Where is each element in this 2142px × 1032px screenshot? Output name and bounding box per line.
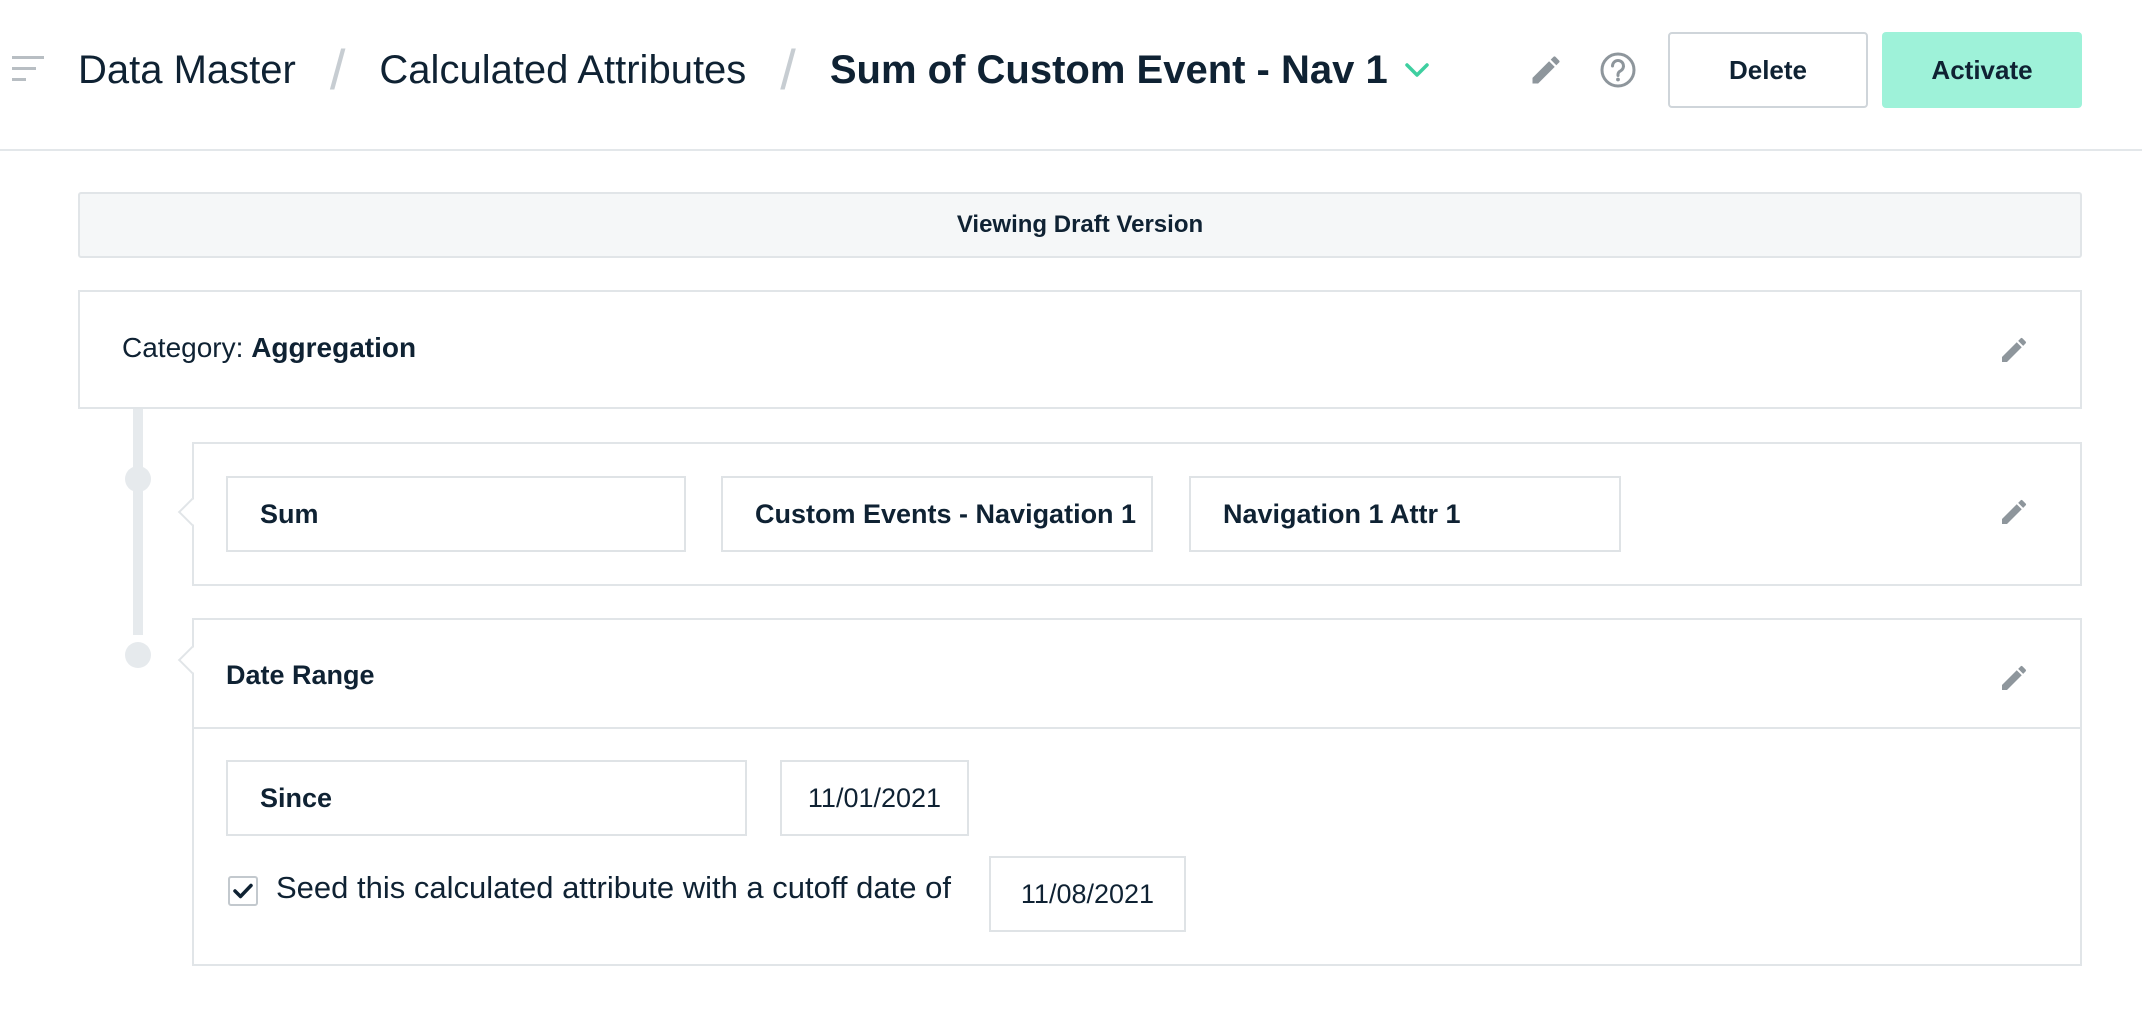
cutoff-date-input[interactable]: 11/08/2021 [989,856,1186,932]
pencil-icon[interactable] [1998,496,2030,528]
category-card: Category: Aggregation [78,290,2082,409]
event-select[interactable]: Custom Events - Navigation 1 [721,476,1153,552]
seed-checkbox[interactable] [228,876,258,906]
timeline-dot [125,466,151,492]
breadcrumb: Data Master / Calculated Attributes / Su… [78,40,1430,100]
aggregation-card: Sum Custom Events - Navigation 1 Navigat… [177,442,2082,586]
draft-version-text: Viewing Draft Version [956,211,1204,238]
page-title: Sum of Custom Event - Nav 1 [829,47,1388,92]
breadcrumb-calculated-attributes[interactable]: Calculated Attributes [379,48,746,93]
seed-label: Seed this calculated attribute with a cu… [276,870,951,905]
category-label: Category: [122,332,244,363]
menu-icon[interactable] [12,56,44,84]
help-icon[interactable] [1599,51,1637,89]
date-range-mode-select[interactable]: Since [226,760,747,836]
category-text: Category: Aggregation [122,332,416,364]
delete-button[interactable]: Delete [1668,32,1868,108]
chevron-down-icon[interactable] [1404,61,1430,79]
checkmark-icon [233,883,253,899]
pencil-icon[interactable] [1998,334,2030,366]
aggregation-function-select[interactable]: Sum [226,476,686,552]
date-range-card: Date Range Since 11/01/2021 Seed this ca… [177,618,2082,966]
card-pointer [177,645,207,675]
breadcrumb-separator: / [780,38,796,101]
divider [194,727,2080,729]
timeline-connector [133,409,143,635]
activate-button[interactable]: Activate [1882,32,2082,108]
attribute-select[interactable]: Navigation 1 Attr 1 [1189,476,1621,552]
page-header: Data Master / Calculated Attributes / Su… [0,0,2142,151]
card-pointer [177,497,207,527]
category-value: Aggregation [251,332,417,363]
timeline-dot [125,642,151,668]
pencil-icon[interactable] [1998,662,2030,694]
breadcrumb-separator: / [329,38,346,101]
pencil-icon[interactable] [1528,52,1564,88]
since-date-input[interactable]: 11/01/2021 [780,760,969,836]
breadcrumb-data-master[interactable]: Data Master [78,48,296,93]
draft-version-banner: Viewing Draft Version [78,192,2082,258]
date-range-title: Date Range [226,660,375,690]
